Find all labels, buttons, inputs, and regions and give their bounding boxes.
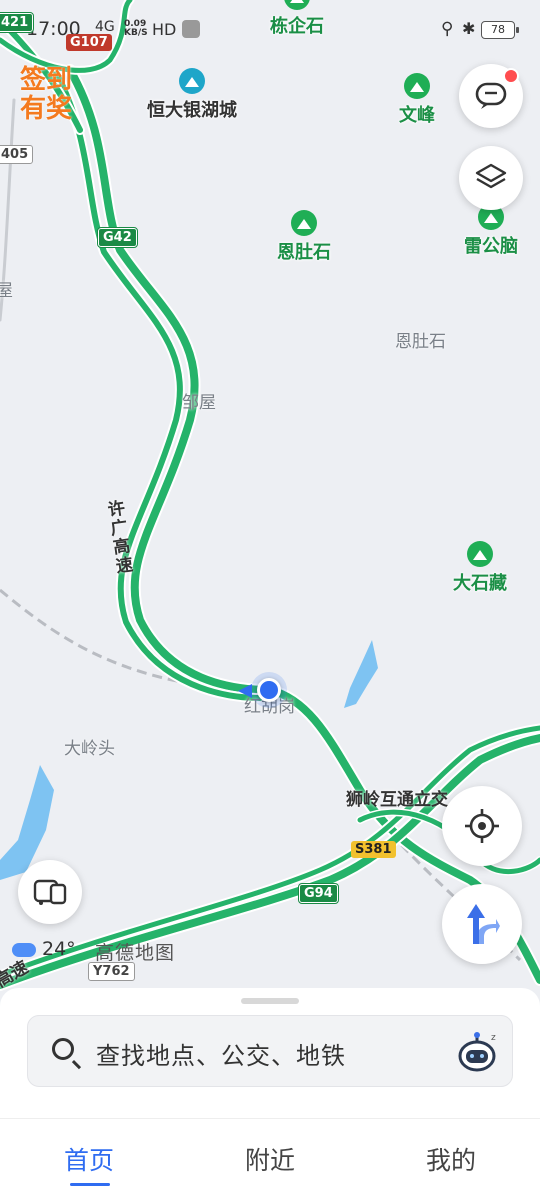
route-shield: G107 <box>66 34 112 51</box>
bus-mode-button[interactable] <box>18 860 82 924</box>
weather-widget[interactable]: 24° <box>12 938 76 960</box>
route-navigation-button[interactable] <box>442 884 522 964</box>
route-shield: G42 <box>97 227 138 248</box>
building-icon <box>179 68 205 94</box>
search-box[interactable]: 查找地点、公交、地铁 z <box>27 1015 513 1087</box>
crosshair-icon <box>465 809 499 843</box>
poi-name: 恒大银湖城 <box>147 100 237 121</box>
heading-arrow-icon <box>238 684 252 698</box>
network-speed: 0.09 KB/S <box>124 20 148 38</box>
poi-marker[interactable]: 雷公脑 <box>464 204 518 258</box>
bluetooth-icon: ✱ <box>462 19 476 38</box>
svg-text:z: z <box>491 1033 496 1043</box>
signin-line: 签到 <box>20 65 73 95</box>
route-shield: G94 <box>298 883 339 904</box>
app-notification-icon <box>182 20 200 38</box>
tab-label: 我的 <box>426 1146 477 1175</box>
poi-marker[interactable]: 恩肚石 <box>277 210 331 264</box>
route-arrow-icon <box>467 904 500 944</box>
place-label: 大岭头 <box>64 739 115 759</box>
current-location-marker <box>251 672 287 708</box>
signin-reward-badge[interactable]: 签到 有奖 <box>20 66 72 124</box>
route-shield: 421 <box>0 12 35 33</box>
active-tab-indicator <box>70 1183 110 1186</box>
layers-button[interactable] <box>459 146 523 210</box>
poi-marker[interactable]: 文峰 <box>399 73 435 127</box>
poi-name: 雷公脑 <box>464 236 518 257</box>
tab-nearby[interactable]: 附近 <box>245 1141 295 1177</box>
voice-assistant-icon[interactable]: z <box>458 1030 500 1072</box>
battery-indicator: 78 <box>481 21 519 39</box>
mountain-icon <box>404 73 430 99</box>
mountain-icon <box>284 0 310 10</box>
place-label: 邹屋 <box>182 393 216 413</box>
lake <box>344 640 378 708</box>
poi-name: 恩肚石 <box>277 242 331 263</box>
place-label: 狮岭互通立交 <box>346 790 448 810</box>
poi-marker[interactable]: 恒大银湖城 <box>147 68 237 122</box>
poi-name: 文峰 <box>399 105 435 126</box>
speed-unit: KB/S <box>124 28 148 38</box>
place-label: 恩肚石 <box>395 332 446 352</box>
notification-dot <box>503 68 519 84</box>
poi-name: 栋企石 <box>270 16 324 37</box>
search-placeholder: 查找地点、公交、地铁 <box>96 1042 346 1070</box>
location-icon: ⚲ <box>441 19 454 39</box>
mountain-icon <box>467 541 493 567</box>
network-indicator: 4G <box>95 19 115 35</box>
tab-mine[interactable]: 我的 <box>426 1141 476 1177</box>
map-view[interactable]: 17:00 4G 0.09 KB/S HD ⚲ ✱ 78 421 G107 40… <box>0 0 540 1000</box>
tab-label: 附近 <box>245 1146 296 1175</box>
locate-me-button[interactable] <box>442 786 522 866</box>
bottom-sheet[interactable]: 查找地点、公交、地铁 z <box>0 988 540 1118</box>
weather-temp: 24° <box>42 938 76 960</box>
layers-icon <box>475 163 507 189</box>
messages-button[interactable] <box>459 64 523 128</box>
poi-name: 大石藏 <box>453 573 507 594</box>
poi-marker[interactable]: 栋企石 <box>270 0 324 38</box>
hd-indicator: HD <box>152 20 177 39</box>
search-icon <box>52 1038 74 1060</box>
mountain-icon <box>291 210 317 236</box>
tab-home[interactable]: 首页 <box>64 1141 115 1186</box>
sheet-drag-handle[interactable] <box>241 998 299 1004</box>
chat-icon <box>475 82 507 109</box>
place-label: 屋 <box>0 281 13 301</box>
cloud-icon <box>12 942 36 957</box>
poi-marker[interactable]: 大石藏 <box>453 541 507 595</box>
brand-logo: 高德地图 <box>95 942 176 964</box>
signin-line: 有奖 <box>20 94 73 124</box>
bus-icon <box>33 879 67 905</box>
bottom-tab-bar: 首页 附近 我的 <box>0 1118 540 1201</box>
route-shield: 405 <box>0 145 34 164</box>
tab-label: 首页 <box>64 1146 115 1175</box>
route-shield: S381 <box>351 841 396 858</box>
